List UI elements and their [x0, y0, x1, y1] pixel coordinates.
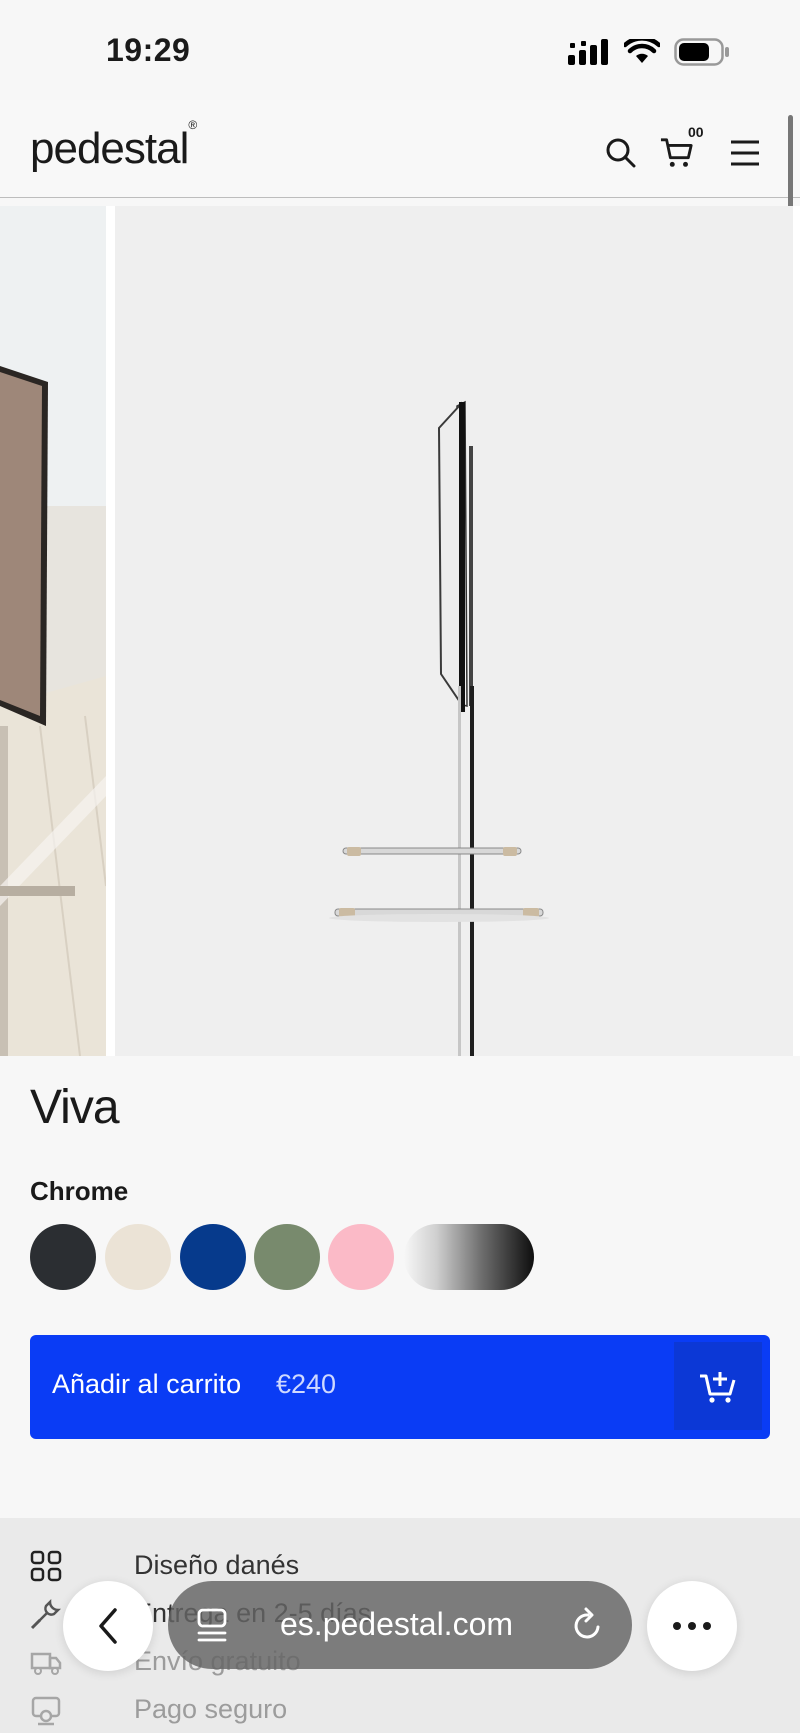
truck-icon — [30, 1652, 62, 1675]
status-bar: 19:29 — [0, 0, 800, 100]
feature-label: Diseño danés — [134, 1550, 300, 1580]
browser-more-button[interactable] — [647, 1581, 737, 1671]
signal-icon — [568, 39, 608, 65]
add-cart-icon — [674, 1342, 762, 1430]
more-icon — [673, 1622, 711, 1630]
grid-icon — [30, 1550, 62, 1582]
swatch-black[interactable] — [30, 1224, 96, 1290]
swatch-pink[interactable] — [328, 1224, 394, 1290]
feature-item: Pago seguro — [30, 1690, 630, 1730]
gallery-main-image[interactable] — [115, 206, 793, 1100]
logo-text: pedestal — [30, 124, 189, 173]
logo-registered-mark: ® — [188, 118, 197, 133]
swatch-cream[interactable] — [105, 1224, 171, 1290]
product-gallery[interactable] — [0, 206, 800, 1100]
status-icons — [568, 38, 730, 66]
site-header: pedestal® — [0, 100, 800, 198]
battery-icon — [674, 38, 729, 66]
product-info: Viva Chrome Añadir al carrito €240 — [0, 1064, 800, 1518]
product-price: €240 — [276, 1369, 337, 1399]
search-icon[interactable] — [604, 136, 638, 170]
hamburger-menu-icon[interactable] — [728, 136, 762, 170]
address-bar[interactable]: es.pedestal.com — [168, 1581, 632, 1669]
tv-stand-room-photo — [0, 206, 106, 1056]
logo[interactable]: pedestal® — [30, 118, 197, 174]
product-name: Viva — [30, 1081, 120, 1134]
wifi-icon — [624, 39, 660, 63]
swatch-blue[interactable] — [180, 1224, 246, 1290]
swatch-chrome[interactable] — [404, 1224, 534, 1290]
add-to-cart-button[interactable]: Añadir al carrito €240 — [30, 1335, 770, 1439]
secure-payment-icon — [31, 1696, 61, 1726]
cart-count: 00 — [688, 124, 704, 140]
add-to-cart-label: Añadir al carrito — [52, 1369, 242, 1399]
back-arrow-icon — [99, 1608, 117, 1644]
wrench-icon — [30, 1598, 62, 1630]
status-time: 19:29 — [106, 32, 191, 68]
selected-variant-label: Chrome — [30, 1176, 129, 1206]
swatch-green[interactable] — [254, 1224, 320, 1290]
feature-item: Diseño danés — [30, 1546, 630, 1586]
url-text: es.pedestal.com — [280, 1606, 514, 1642]
cart-icon[interactable] — [660, 136, 694, 170]
gallery-prev-image[interactable] — [0, 206, 106, 1056]
feature-label: Pago seguro — [134, 1694, 288, 1724]
tv-stand-side-view — [115, 206, 793, 1100]
browser-back-button[interactable] — [63, 1581, 153, 1671]
tabs-icon — [197, 1608, 227, 1642]
reload-icon[interactable] — [570, 1605, 606, 1645]
